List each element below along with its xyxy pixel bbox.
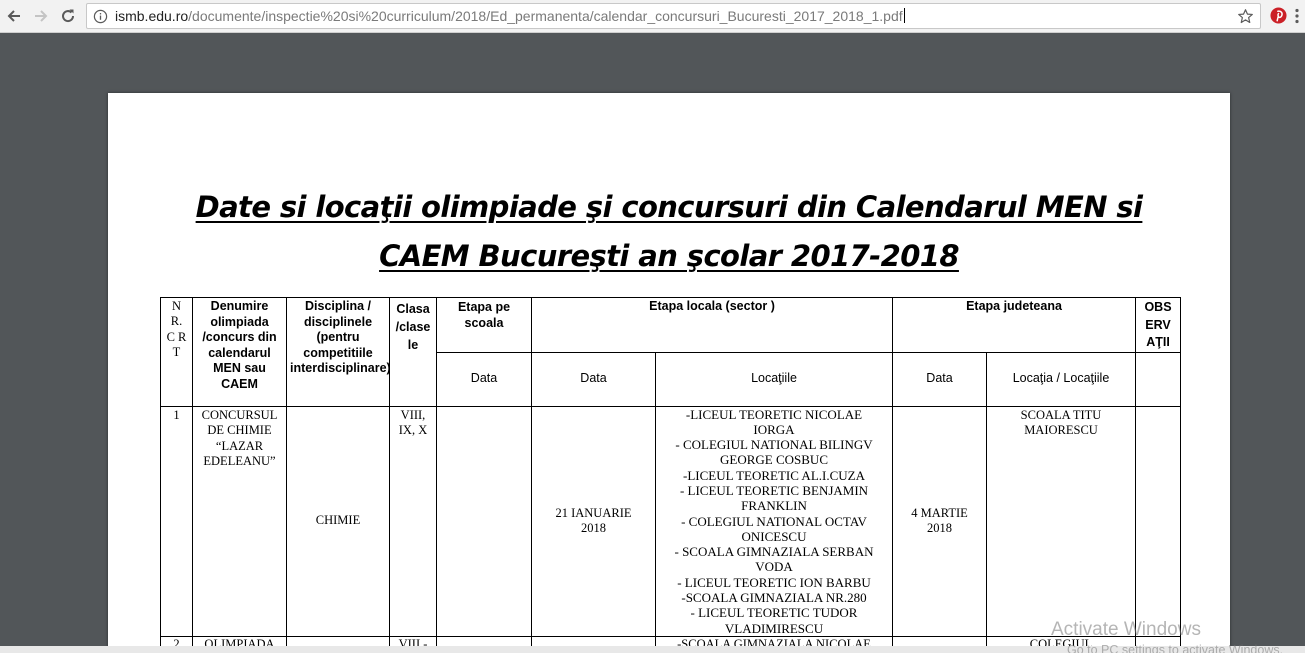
list-item: - SCOALA GIMNAZIALA SERBAN VODA — [674, 544, 874, 575]
header-data-judeteana: Data — [892, 351, 987, 407]
back-button[interactable] — [2, 4, 26, 28]
forward-button[interactable] — [29, 4, 53, 28]
header-locatia-judeteana: Locaţia / Locaţiile — [986, 351, 1136, 407]
competition-calendar-table: N R. C R T Denumire olimpiada /concurs d… — [160, 297, 1181, 653]
header-data-scoala: Data — [436, 351, 532, 407]
list-item: - LICEUL TEORETIC BENJAMIN FRANKLIN — [679, 482, 869, 514]
header-denumire: Denumire olimpiada /concurs din calendar… — [192, 297, 287, 407]
reload-button[interactable] — [56, 4, 80, 28]
header-locatiile: Locaţiile — [655, 351, 893, 407]
header-row-1: N R. C R T Denumire olimpiada /concurs d… — [160, 297, 1181, 407]
header-clasa: Clasa /clasele — [389, 297, 437, 407]
address-bar[interactable]: ismb.edu.ro/documente/inspectie%20si%20c… — [86, 3, 1261, 29]
header-etapa-judeteana: Etapa judeteana — [892, 297, 1136, 353]
forward-arrow-icon — [35, 10, 48, 22]
list-item: - COLEGIUL NATIONAL OCTAV ONICESCU — [681, 513, 867, 544]
row-nr: 1 — [160, 405, 193, 637]
bookmark-star-icon[interactable] — [1237, 8, 1254, 25]
pinterest-icon[interactable] — [1270, 7, 1287, 24]
url-path: /documente/inspectie%20si%20curriculum/2… — [188, 8, 903, 24]
activation-watermark-title: Activate Windows — [1051, 619, 1201, 640]
document-title-line-1: Date si locaţii olimpiade şi concursuri … — [195, 190, 1143, 224]
list-item: -SCOALA GIMNAZIALA NR.280 — [681, 590, 867, 606]
url-text[interactable]: ismb.edu.ro/documente/inspectie%20si%20c… — [115, 8, 905, 25]
header-etapa-scoala: Etapa pe scoala — [436, 297, 532, 353]
list-item: -LICEUL TEORETIC NICOLAE IORGA — [685, 406, 863, 437]
info-icon[interactable] — [93, 9, 108, 24]
row-clasa: VIII, IX, X — [389, 405, 437, 637]
row-data-scoala — [436, 405, 532, 637]
reload-icon — [62, 9, 75, 23]
row-disciplina: CHIMIE — [286, 405, 390, 637]
row-locatia-judeteana: SCOALA TITU MAIORESCU — [986, 405, 1136, 637]
pdf-page: Date si locaţii olimpiade şi concursuri … — [108, 93, 1230, 653]
row-observatii — [1135, 405, 1181, 637]
row-locatii: -LICEUL TEORETIC NICOLAE IORGA - COLEGIU… — [655, 405, 893, 637]
table-row: 1 CONCURSUL DE CHIMIE “LAZAR EDELEANU” C… — [160, 405, 1181, 637]
header-etapa-locala: Etapa locala (sector ) — [531, 297, 893, 353]
header-nrcrt: N R. C R T — [160, 297, 193, 407]
header-observatii: OBSERVAŢII — [1135, 297, 1181, 353]
list-item: -LICEUL TEORETIC AL.I.CUZA — [683, 467, 865, 483]
list-item: - COLEGIUL NATIONAL BILINGV GEORGE COSBU… — [675, 437, 873, 468]
browser-toolbar: ismb.edu.ro/documente/inspectie%20si%20c… — [0, 0, 1305, 33]
back-arrow-icon — [7, 10, 20, 22]
list-item: - LICEUL TEORETIC ION BARBU — [677, 574, 871, 590]
header-data-locala: Data — [531, 351, 656, 407]
header-observatii-empty — [1135, 351, 1181, 407]
row-data-locala: 21 IANUARIE 2018 — [531, 405, 656, 637]
browser-menu-icon[interactable] — [1295, 8, 1299, 24]
header-disciplina: Disciplina / disciplinele (pentru compet… — [286, 297, 390, 407]
document-title-line-2: CAEM Bucureşti an şcolar 2017-2018 — [379, 239, 959, 273]
text-caret — [903, 8, 905, 23]
url-host: ismb.edu.ro — [115, 8, 189, 24]
activation-watermark-text: Go to PC settings to activate Windows. — [1067, 643, 1284, 653]
row-data-judeteana: 4 MARTIE 2018 — [892, 405, 987, 637]
row-denumire: CONCURSUL DE CHIMIE “LAZAR EDELEANU” — [192, 405, 287, 637]
list-item: - LICEUL TEORETIC TUDOR VLADIMIRESCU — [690, 605, 858, 636]
